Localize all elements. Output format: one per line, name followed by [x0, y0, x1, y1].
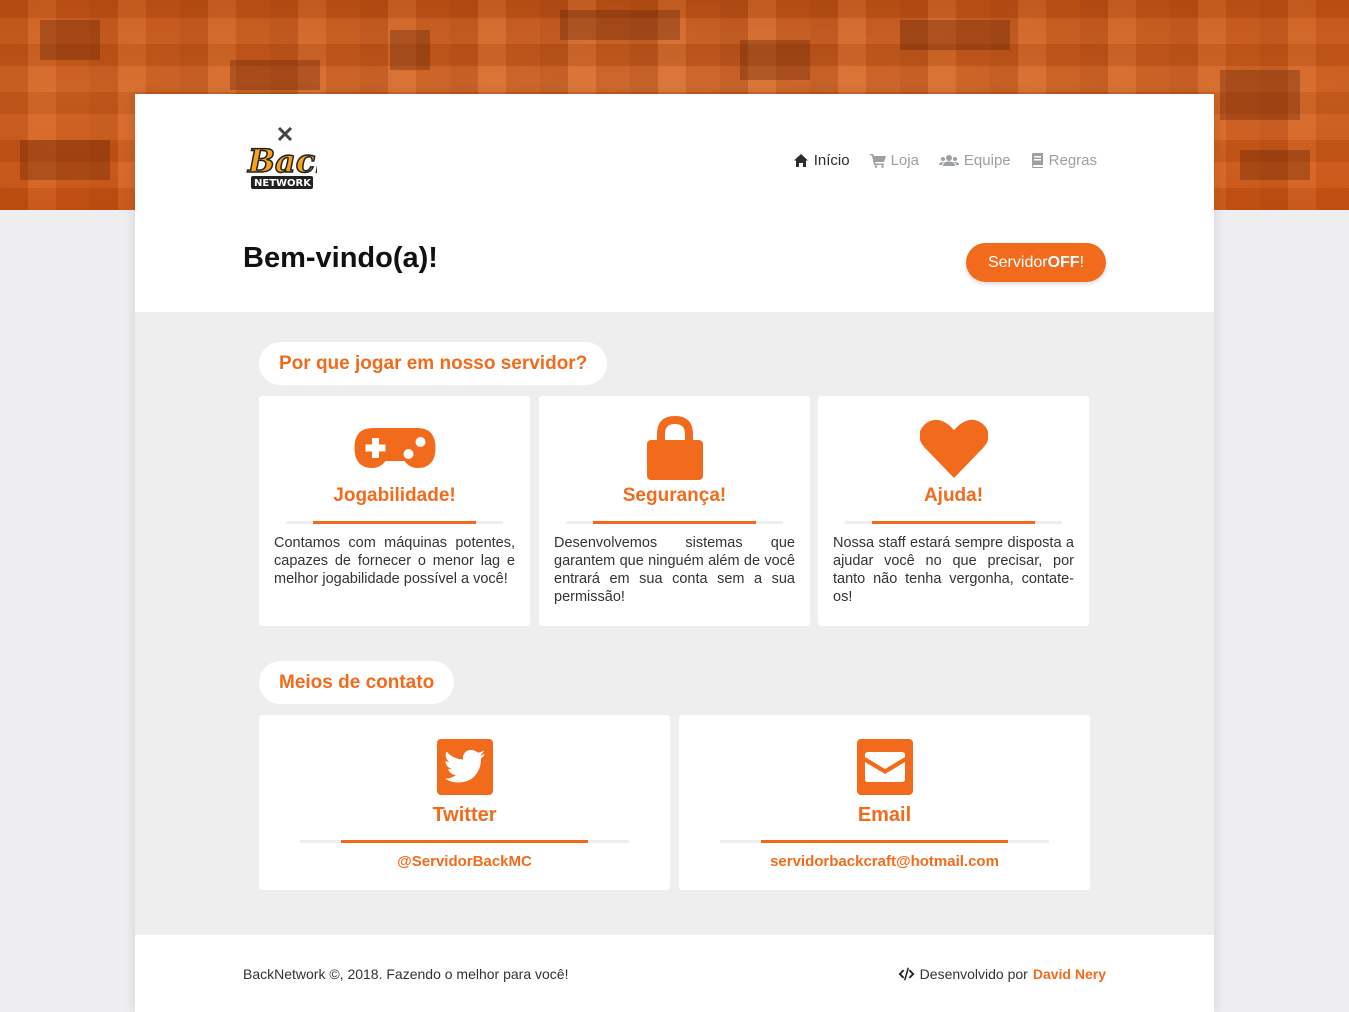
lock-icon — [646, 416, 703, 480]
book-icon — [1031, 153, 1043, 168]
nav-item-equipe[interactable]: Equipe — [938, 152, 1011, 169]
footer-credits: Desenvolvido por David Nery — [898, 966, 1106, 982]
twitter-icon-box[interactable] — [436, 739, 493, 795]
contact-card-twitter: Twitter @ServidorBackMC — [259, 715, 670, 890]
svg-text:NETWORK: NETWORK — [254, 178, 312, 189]
feature-description: Nossa staff estará sempre disposta a aju… — [833, 535, 1074, 605]
server-status-button[interactable]: Servidor OFF! — [966, 243, 1106, 282]
status-prefix: Servidor — [987, 253, 1048, 271]
feature-divider — [845, 521, 1062, 524]
dev-prefix: Desenvolvido por — [919, 966, 1028, 982]
nav-item-inicio[interactable]: Início — [793, 152, 850, 169]
logo-graphic: Back NETWORK — [246, 126, 338, 189]
feature-description: Contamos com máquinas potentes, capazes … — [274, 535, 515, 587]
contact-heading: Meios de contato — [259, 661, 455, 704]
code-icon — [898, 967, 915, 981]
feature-divider — [286, 521, 503, 524]
twitter-handle-link[interactable]: @ServidorBackMC — [259, 853, 670, 870]
gamepad-icon — [354, 428, 435, 468]
feature-divider — [566, 521, 783, 524]
why-heading: Por que jogar em nosso servidor? — [259, 342, 608, 385]
contact-title: Twitter — [432, 804, 497, 826]
envelope-icon-box[interactable] — [856, 739, 913, 795]
users-icon — [938, 155, 959, 166]
main-card: Back NETWORK Início Loja Equipe Regras B… — [135, 94, 1214, 1012]
feature-card-seguranca: Segurança! Desenvolvemos sistemas que ga… — [539, 396, 810, 626]
contact-divider — [300, 840, 629, 843]
envelope-icon — [864, 752, 905, 782]
twitter-icon — [444, 750, 485, 783]
nav-label-inicio: Início — [813, 152, 850, 169]
svg-text:Back: Back — [247, 142, 317, 180]
welcome-heading: Bem-vindo(a)! — [243, 242, 438, 274]
home-icon — [793, 154, 808, 167]
feature-title: Jogabilidade! — [333, 485, 456, 506]
nav-label-equipe: Equipe — [963, 152, 1011, 169]
footer-copyright: BackNetwork ©, 2018. Fazendo o melhor pa… — [243, 966, 569, 982]
nav-label-loja: Loja — [890, 152, 919, 169]
nav-item-loja[interactable]: Loja — [869, 152, 919, 169]
nav-item-regras[interactable]: Regras — [1031, 152, 1097, 169]
contact-divider — [720, 840, 1049, 843]
contact-title: Email — [857, 804, 912, 826]
heart-icon — [919, 419, 988, 478]
status-value: OFF — [1047, 253, 1080, 271]
main-nav: Início Loja Equipe Regras — [793, 152, 1097, 169]
contact-card-email: Email servidorbackcraft@hotmail.com — [679, 715, 1090, 890]
nav-label-regras: Regras — [1048, 152, 1097, 169]
email-address-link[interactable]: servidorbackcraft@hotmail.com — [679, 853, 1090, 870]
status-suffix: ! — [1079, 253, 1085, 271]
developer-link[interactable]: David Nery — [1033, 966, 1106, 982]
cart-icon — [869, 154, 886, 168]
feature-title: Segurança! — [622, 485, 727, 506]
feature-title: Ajuda! — [923, 485, 984, 506]
feature-card-ajuda: Ajuda! Nossa staff estará sempre dispost… — [818, 396, 1089, 626]
content-panel: Por que jogar em nosso servidor? Jogabil… — [135, 312, 1214, 935]
feature-description: Desenvolvemos sistemas que garantem que … — [554, 535, 795, 605]
backnetwork-logo[interactable]: Back NETWORK — [245, 124, 338, 196]
feature-card-jogabilidade: Jogabilidade! Contamos com máquinas pote… — [259, 396, 530, 626]
